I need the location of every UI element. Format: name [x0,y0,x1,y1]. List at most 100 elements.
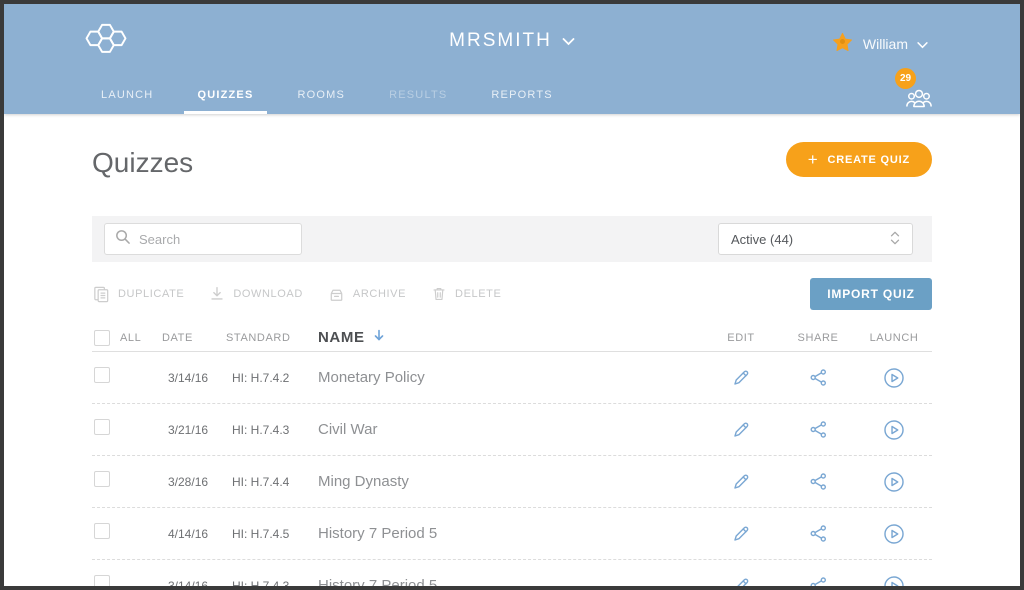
students-online-indicator[interactable]: 29 [900,76,934,110]
create-quiz-label: CREATE QUIZ [827,154,910,166]
create-quiz-button[interactable]: + CREATE QUIZ [786,142,932,177]
edit-button[interactable] [727,520,755,548]
edit-button[interactable] [727,416,755,444]
row-checkbox[interactable] [94,367,110,383]
share-button[interactable] [805,520,832,547]
edit-button[interactable] [727,572,755,590]
app-window: MRSMITH William LAUNCH QUIZZES ROOMS RES… [0,0,1024,590]
download-icon [208,285,226,303]
edit-button[interactable] [727,364,755,392]
quiz-row: 3/21/16 HI: H.7.4.3 Civil War [92,404,932,456]
quiz-row: 3/14/16 HI: H.7.4.2 Monetary Policy [92,352,932,404]
archive-button[interactable]: ARCHIVE [327,285,406,304]
table-body: 3/14/16 HI: H.7.4.2 Monetary Policy [92,352,932,590]
tab-reports[interactable]: REPORTS [478,89,565,114]
all-column-header: ALL [120,332,141,344]
table-header-row: ALL DATE STANDARD NAME EDIT SHARE LAUNCH [92,324,932,352]
quiz-standard: HI: H.7.4.5 [226,527,314,541]
launch-button[interactable] [879,519,909,549]
star-icon [831,31,854,57]
main-nav: LAUNCH QUIZZES ROOMS RESULTS REPORTS [88,89,584,114]
standard-column-header: STANDARD [226,332,314,344]
share-icon [809,524,828,543]
quiz-name[interactable]: History 7 Period 5 [314,577,702,590]
edit-column-header: EDIT [702,332,780,344]
quiz-date: 3/28/16 [162,475,226,489]
pencil-icon [731,472,751,492]
select-all-checkbox[interactable] [94,330,110,346]
quiz-standard: HI: H.7.4.4 [226,475,314,489]
row-checkbox[interactable] [94,471,110,487]
launch-button[interactable] [879,467,909,497]
plus-icon: + [808,151,819,168]
download-label: DOWNLOAD [233,288,303,300]
quiz-filter-select[interactable]: Active (44) [718,223,913,255]
play-icon [883,523,905,545]
chevron-down-icon [562,30,575,52]
tab-results[interactable]: RESULTS [376,89,460,114]
pencil-icon [731,576,751,590]
archive-icon [327,285,346,304]
people-group-icon [904,87,934,110]
students-count-badge: 29 [895,68,916,89]
launch-button[interactable] [879,415,909,445]
quiz-name[interactable]: Monetary Policy [314,369,702,386]
tab-rooms[interactable]: ROOMS [285,89,359,114]
duplicate-icon [92,285,111,304]
quiz-date: 3/14/16 [162,579,226,590]
share-icon [809,576,828,590]
quiz-standard: HI: H.7.4.3 [226,579,314,590]
play-icon [883,367,905,389]
tab-launch[interactable]: LAUNCH [88,89,166,114]
quiz-name[interactable]: Ming Dynasty [314,473,702,490]
duplicate-label: DUPLICATE [118,288,184,300]
launch-button[interactable] [879,571,909,590]
pencil-icon [731,368,751,388]
share-button[interactable] [805,572,832,590]
quiz-name[interactable]: History 7 Period 5 [314,525,702,542]
pencil-icon [731,420,751,440]
search-box [104,223,302,255]
search-input[interactable] [139,232,292,247]
delete-button[interactable]: DELETE [430,285,501,303]
date-column-header: DATE [162,332,226,344]
quiz-date: 3/14/16 [162,371,226,385]
name-column-header[interactable]: NAME [314,329,702,346]
quiz-row: 3/14/16 HI: H.7.4.3 History 7 Period 5 [92,560,932,590]
quiz-date: 3/21/16 [162,423,226,437]
select-chevrons-icon [888,230,902,249]
share-button[interactable] [805,468,832,495]
row-checkbox[interactable] [94,575,110,590]
quiz-standard: HI: H.7.4.3 [226,423,314,437]
play-icon [883,471,905,493]
share-icon [809,472,828,491]
filter-bar: Active (44) [92,216,932,262]
download-button[interactable]: DOWNLOAD [208,285,303,303]
share-icon [809,368,828,387]
share-icon [809,420,828,439]
row-checkbox[interactable] [94,419,110,435]
row-checkbox[interactable] [94,523,110,539]
user-menu[interactable]: William [831,31,928,57]
quiz-date: 4/14/16 [162,527,226,541]
user-name: William [863,36,908,52]
filter-selected-value: Active (44) [731,232,793,247]
archive-label: ARCHIVE [353,288,406,300]
quiz-row: 4/14/16 HI: H.7.4.5 History 7 Period 5 [92,508,932,560]
duplicate-button[interactable]: DUPLICATE [92,285,184,304]
share-button[interactable] [805,364,832,391]
quiz-standard: HI: H.7.4.2 [226,371,314,385]
launch-button[interactable] [879,363,909,393]
share-button[interactable] [805,416,832,443]
quiz-name[interactable]: Civil War [314,421,702,438]
quiz-row: 3/28/16 HI: H.7.4.4 Ming Dynasty [92,456,932,508]
delete-label: DELETE [455,288,501,300]
tab-quizzes[interactable]: QUIZZES [184,89,266,114]
trash-icon [430,285,448,303]
play-icon [883,419,905,441]
header: MRSMITH William LAUNCH QUIZZES ROOMS RES… [4,4,1020,114]
bulk-actions-bar: DUPLICATE DOWNLOAD ARCHIVE [92,278,932,310]
import-quiz-button[interactable]: IMPORT QUIZ [810,278,932,310]
sort-down-icon [373,329,385,346]
edit-button[interactable] [727,468,755,496]
